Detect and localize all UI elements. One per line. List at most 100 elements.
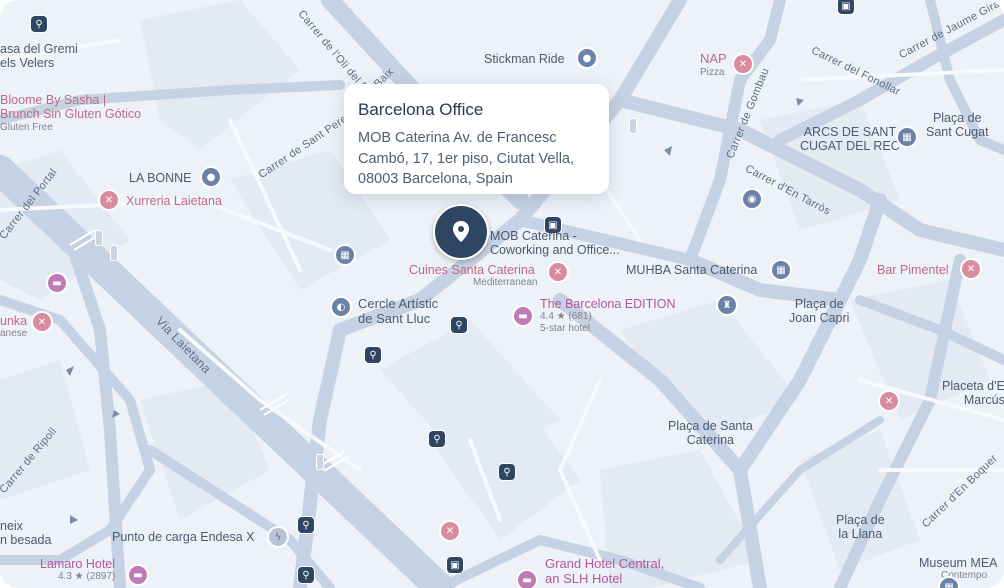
poi-lamaro-hotel[interactable]: Lamaro Hotel 4.3 ★ (2897) bbox=[40, 557, 115, 583]
place-placa-joan-capri: Plaça de Joan Capri bbox=[789, 297, 849, 326]
monument-icon[interactable]: ♜ bbox=[718, 296, 736, 314]
place-placa-llana: Plaça de la Llana bbox=[836, 513, 885, 542]
poi-bloome[interactable]: Bloome By Sasha | Brunch Sin Gluten Góti… bbox=[0, 93, 141, 133]
poi-barcelona-edition[interactable]: The Barcelona EDITION 4.4 ★ (681) 5-star… bbox=[540, 297, 675, 334]
poi-la-bonne-label[interactable]: LA BONNE bbox=[129, 171, 192, 185]
place-placa-caterina-line2: Caterina bbox=[686, 433, 735, 448]
restaurant-icon[interactable]: ✕ bbox=[441, 522, 459, 540]
poi-casa-gremi[interactable]: asa del Gremi els Velers bbox=[0, 42, 78, 71]
poi-museum-line1: Museum MEA bbox=[919, 556, 998, 570]
hotel-icon[interactable]: ▬ bbox=[48, 274, 66, 292]
poi-sunka-name: unka bbox=[0, 314, 28, 328]
office-address-line2: Cambó, 17, 1er piso, Ciutat Vella, bbox=[358, 150, 575, 167]
poi-xurreria[interactable]: Xurreria Laietana bbox=[126, 194, 222, 208]
place-placa-sant-cugat-line2: Sant Cugat bbox=[926, 125, 989, 140]
hotel-icon[interactable]: ▬ bbox=[129, 566, 147, 584]
place-placa-llana-line2: la Llana bbox=[838, 527, 883, 542]
place-placeta-line1: Placeta d'E bbox=[942, 379, 1004, 393]
restaurant-icon[interactable]: ✕ bbox=[880, 392, 898, 410]
poi-besada[interactable]: neix n besada bbox=[0, 519, 51, 548]
restaurant-icon[interactable]: ✕ bbox=[549, 263, 567, 281]
poi-bar-pimentel[interactable]: Bar Pimentel bbox=[877, 263, 949, 277]
office-title: Barcelona Office bbox=[358, 100, 484, 119]
poi-cercle-line1: Cercle Artístic bbox=[358, 296, 439, 311]
bike-station-icon[interactable]: ⚲ bbox=[429, 431, 445, 447]
poi-cuines-name: Cuines Santa Caterina bbox=[409, 263, 535, 277]
poi-nap[interactable]: NAP Pizza bbox=[700, 51, 727, 78]
poi-stickman-ride[interactable]: Stickman Ride bbox=[484, 52, 565, 66]
poi-edition-rating: 4.4 ★ (681) bbox=[540, 311, 592, 323]
poi-sunka-category: anese bbox=[0, 328, 28, 340]
poi-lamaro-rating: 4.3 ★ (2897) bbox=[58, 571, 116, 583]
poi-mob-caterina[interactable]: MOB Caterina - Coworking and Office... bbox=[490, 229, 620, 258]
place-placeta-line2: Marcús bbox=[963, 393, 1004, 408]
poi-cercle-artistic[interactable]: Cercle Artístic de Sant Lluc bbox=[358, 296, 439, 327]
poi-bloome-line1: Bloome By Sasha | bbox=[0, 93, 107, 107]
poi-nap-category: Pizza bbox=[700, 66, 725, 78]
traffic-light-icon bbox=[95, 230, 103, 246]
poi-arcs-sant-cugat[interactable]: ARCS DE SANT CUGAT DEL REC bbox=[800, 125, 900, 154]
bus-stop-icon[interactable]: ▣ bbox=[838, 0, 854, 14]
poi-grand-hotel-line2: an SLH Hotel bbox=[545, 570, 623, 586]
poi-nap-name: NAP bbox=[700, 51, 727, 66]
poi-arcs-line2: CUGAT DEL REC bbox=[800, 139, 900, 154]
hotel-icon[interactable]: ▬ bbox=[518, 571, 536, 588]
museum-icon[interactable]: ▦ bbox=[898, 128, 916, 146]
map-canvas[interactable]: Via Laietana Carrer de Sant Pere Carrer … bbox=[0, 0, 1004, 588]
poi-cuines-santa-caterina[interactable]: Cuines Santa Caterina Mediterranean bbox=[409, 263, 537, 289]
poi-museum-mea[interactable]: Museum MEA Contempo bbox=[919, 556, 998, 582]
museum-icon[interactable]: ▦ bbox=[336, 246, 354, 264]
poi-besada-line1: neix bbox=[0, 519, 23, 533]
poi-sunka[interactable]: unka anese bbox=[0, 314, 27, 340]
poi-mob-line1: MOB Caterina - bbox=[490, 229, 577, 243]
shop-icon[interactable]: ● bbox=[578, 49, 596, 67]
poi-arcs-line1: ARCS DE SANT bbox=[803, 125, 897, 139]
place-placa-llana-line1: Plaça de bbox=[836, 513, 885, 527]
office-info-card[interactable]: Barcelona Office MOB Caterina Av. de Fra… bbox=[344, 84, 609, 194]
poi-besada-line2: n besada bbox=[0, 533, 52, 548]
poi-muhba[interactable]: MUHBA Santa Caterina bbox=[626, 263, 757, 277]
poi-casa-gremi-line1: asa del Gremi bbox=[0, 42, 78, 56]
poi-edition-name: The Barcelona EDITION bbox=[540, 297, 676, 311]
traffic-light-icon bbox=[110, 245, 118, 261]
office-address-line3: 08003 Barcelona, Spain bbox=[358, 171, 513, 187]
restaurant-icon[interactable]: ✕ bbox=[33, 313, 51, 331]
bike-station-icon[interactable]: ⚲ bbox=[31, 16, 47, 32]
place-placa-sant-cugat-line1: Plaça de bbox=[932, 111, 982, 125]
bike-station-icon[interactable]: ⚲ bbox=[499, 464, 515, 480]
camera-icon[interactable]: ◉ bbox=[743, 190, 761, 208]
office-location-marker[interactable] bbox=[433, 204, 489, 260]
bike-station-icon[interactable]: ⚲ bbox=[451, 317, 467, 333]
poi-mob-line2: Coworking and Office... bbox=[490, 243, 620, 258]
place-placa-caterina-line1: Plaça de Santa bbox=[668, 419, 753, 433]
traffic-light-icon bbox=[629, 118, 637, 134]
bike-station-icon[interactable]: ⚲ bbox=[365, 347, 381, 363]
bike-station-icon[interactable]: ⚲ bbox=[298, 517, 314, 533]
poi-grand-hotel-central[interactable]: Grand Hotel Central, an SLH Hotel bbox=[545, 556, 665, 587]
poi-lamaro-name: Lamaro Hotel bbox=[40, 557, 116, 571]
place-placeta: Placeta d'E Marcús bbox=[942, 379, 1004, 408]
art-gallery-icon[interactable]: ◐ bbox=[332, 298, 350, 316]
traffic-light-icon bbox=[316, 454, 324, 470]
location-pin-icon bbox=[453, 221, 469, 242]
restaurant-icon[interactable]: ✕ bbox=[962, 260, 980, 278]
poi-cercle-line2: de Sant Lluc bbox=[358, 310, 431, 326]
hotel-icon[interactable]: ▬ bbox=[514, 307, 532, 325]
poi-grand-hotel-line1: Grand Hotel Central, bbox=[545, 556, 665, 571]
poi-bloome-line2: Brunch Sin Gluten Gótico bbox=[0, 107, 142, 122]
restaurant-icon[interactable]: ✕ bbox=[100, 191, 118, 209]
poi-punto-carga[interactable]: Punto de carga Endesa X bbox=[112, 530, 254, 544]
place-placa-sant-cugat: Plaça de Sant Cugat bbox=[926, 111, 989, 140]
restaurant-icon[interactable]: ✕ bbox=[734, 55, 752, 73]
bike-station-icon[interactable]: ⚲ bbox=[298, 567, 314, 583]
bus-stop-icon[interactable]: ▣ bbox=[447, 557, 463, 573]
office-address: MOB Caterina Av. de Francesc Cambó, 17, … bbox=[358, 128, 595, 190]
poi-cuines-category: Mediterranean bbox=[473, 277, 538, 289]
place-placa-capri-line2: Joan Capri bbox=[789, 311, 850, 326]
shop-icon[interactable]: ● bbox=[202, 168, 220, 186]
ev-charging-icon[interactable]: ϟ bbox=[269, 528, 287, 546]
museum-icon[interactable]: ▦ bbox=[772, 261, 790, 279]
poi-casa-gremi-line2: els Velers bbox=[0, 56, 55, 71]
office-address-line1: MOB Caterina Av. de Francesc bbox=[358, 130, 557, 146]
poi-edition-category: 5-star hotel bbox=[540, 322, 591, 334]
